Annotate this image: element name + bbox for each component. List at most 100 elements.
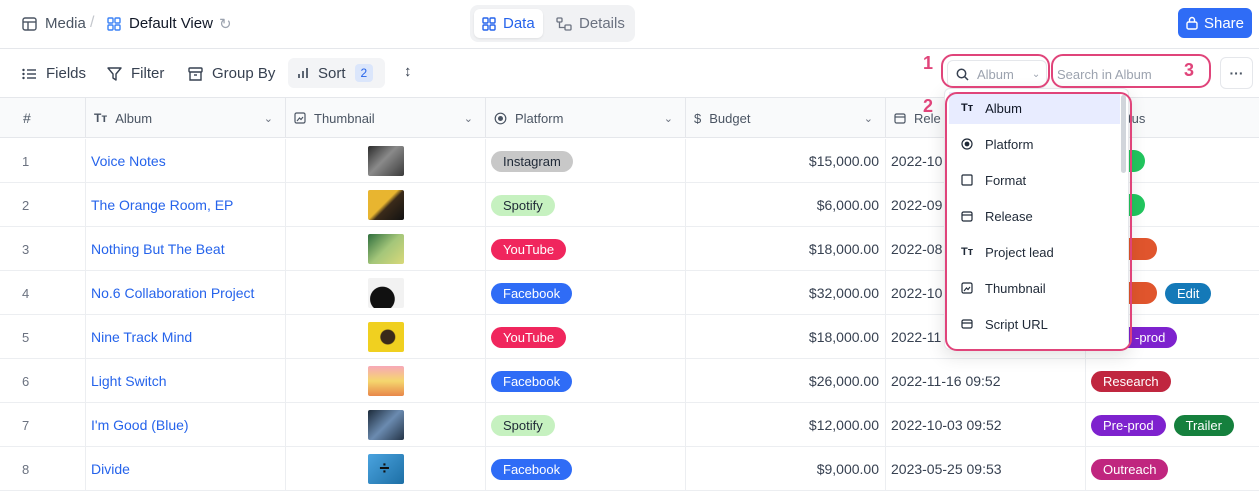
budget-cell[interactable]: $6,000.00 (686, 183, 886, 227)
album-thumbnail[interactable] (367, 146, 404, 176)
row-number: 7 (0, 403, 86, 447)
column-header-album[interactable]: Tт Album ⌄ (86, 98, 286, 138)
refresh-icon[interactable]: ↻ (219, 15, 232, 33)
row-number: 6 (0, 359, 86, 403)
status-tag-pre-prod: Pre-prod (1091, 414, 1166, 436)
budget-cell[interactable]: $18,000.00 (686, 315, 886, 359)
album-link[interactable]: Voice Notes (86, 139, 286, 183)
thumbnail-cell[interactable] (286, 359, 486, 403)
breadcrumb-media-label: Media (45, 15, 86, 32)
chevron-down-icon[interactable]: ⌄ (664, 112, 673, 125)
annotation-marker-2: 2 (923, 96, 934, 116)
budget-cell[interactable]: $18,000.00 (686, 227, 886, 271)
release-cell[interactable]: 2023-05-25 09:53 (886, 447, 1086, 491)
table-row[interactable]: 6 Light Switch Facebook $26,000.00 2022-… (0, 359, 1259, 403)
budget-cell[interactable]: $9,000.00 (686, 447, 886, 491)
row-number: 4 (0, 271, 86, 315)
platform-cell[interactable]: Spotify (486, 403, 686, 447)
platform-pill: Facebook (491, 370, 573, 392)
thumbnail-cell[interactable] (286, 139, 486, 183)
album-link[interactable]: Divide (86, 447, 286, 491)
chevron-down-icon[interactable]: ⌄ (864, 112, 873, 125)
column-header-thumbnail[interactable]: Thumbnail ⌄ (286, 98, 486, 138)
budget-cell[interactable]: $12,000.00 (686, 403, 886, 447)
tab-details[interactable]: Details (548, 9, 633, 38)
thumbnail-cell[interactable] (286, 271, 486, 315)
filter-icon (107, 66, 122, 81)
status-cell[interactable]: Pre-prod Trailer (1086, 403, 1259, 447)
thumbnail-cell[interactable] (286, 403, 486, 447)
divide-symbol-icon: ÷ (379, 458, 390, 478)
release-cell[interactable]: 2022-10-03 09:52 (886, 403, 1086, 447)
table-row[interactable]: 8 Divide ÷ Facebook $9,000.00 2023-05-25… (0, 447, 1259, 491)
column-header-platform[interactable]: Platform ⌄ (486, 98, 686, 138)
filter-button[interactable]: Filter (107, 65, 164, 82)
album-link[interactable]: The Orange Room, EP (86, 183, 286, 227)
table-row[interactable]: 7 I'm Good (Blue) Spotify $12,000.00 202… (0, 403, 1259, 447)
sort-label: Sort (318, 64, 346, 82)
album-link[interactable]: Nothing But The Beat (86, 227, 286, 271)
row-number: 1 (0, 139, 86, 183)
share-label: Share (1203, 14, 1245, 32)
platform-pill: YouTube (491, 238, 567, 260)
column-budget-label: Budget (709, 110, 751, 126)
budget-cell[interactable]: $26,000.00 (686, 359, 886, 403)
row-number: 2 (0, 183, 86, 227)
column-header-number: # (0, 98, 86, 138)
album-link[interactable]: No.6 Collaboration Project (86, 271, 286, 315)
chevron-down-icon[interactable]: ⌄ (264, 112, 273, 125)
sort-button[interactable]: Sort 2 (288, 58, 385, 88)
more-options-button[interactable]: ··· (1220, 57, 1253, 89)
platform-cell[interactable]: YouTube (486, 227, 686, 271)
breadcrumb-view[interactable]: Default View (107, 15, 213, 32)
status-cell[interactable]: Research (1086, 359, 1259, 403)
row-number: 8 (0, 447, 86, 491)
album-link[interactable]: Light Switch (86, 359, 286, 403)
view-switcher: Data Details (470, 5, 635, 42)
share-button[interactable]: Share (1178, 8, 1252, 38)
status-tag-edit: Edit (1165, 282, 1212, 304)
album-thumbnail[interactable] (367, 278, 404, 308)
sort-count-badge: 2 (354, 64, 374, 82)
fields-button[interactable]: Fields (22, 65, 86, 82)
platform-pill: Spotify (491, 414, 555, 436)
album-thumbnail[interactable] (367, 366, 404, 396)
breadcrumb-view-label: Default View (129, 15, 213, 32)
status-tag-trailer: Trailer (1173, 414, 1234, 436)
album-thumbnail[interactable] (367, 190, 404, 220)
status-tag: Research (1091, 370, 1171, 392)
album-thumbnail[interactable] (367, 234, 404, 264)
column-header-budget[interactable]: $ Budget ⌄ (686, 98, 886, 138)
platform-cell[interactable]: Facebook (486, 271, 686, 315)
budget-cell[interactable]: $32,000.00 (686, 271, 886, 315)
budget-cell[interactable]: $15,000.00 (686, 139, 886, 183)
platform-cell[interactable]: YouTube (486, 315, 686, 359)
platform-cell[interactable]: Spotify (486, 183, 686, 227)
grid-icon (482, 16, 496, 31)
column-number-label: # (23, 110, 31, 126)
tab-data[interactable]: Data (474, 9, 543, 38)
thumbnail-cell[interactable] (286, 227, 486, 271)
album-thumbnail[interactable] (367, 410, 404, 440)
platform-cell[interactable]: Facebook (486, 359, 686, 403)
album-thumbnail[interactable] (367, 322, 404, 352)
breadcrumb-separator: / (90, 14, 95, 31)
platform-cell[interactable]: Instagram (486, 139, 686, 183)
row-height-icon[interactable]: ↕ (404, 63, 412, 80)
breadcrumb-media[interactable]: Media (22, 15, 86, 32)
release-cell[interactable]: 2022-11-16 09:52 (886, 359, 1086, 403)
group-by-label: Group By (212, 65, 276, 82)
platform-cell[interactable]: Facebook (486, 447, 686, 491)
image-icon (294, 112, 306, 124)
album-thumbnail[interactable]: ÷ (367, 454, 404, 484)
chevron-down-icon[interactable]: ⌄ (464, 112, 473, 125)
row-number: 5 (0, 315, 86, 359)
album-link[interactable]: I'm Good (Blue) (86, 403, 286, 447)
thumbnail-cell[interactable] (286, 183, 486, 227)
status-cell[interactable]: Outreach (1086, 447, 1259, 491)
thumbnail-cell[interactable]: ÷ (286, 447, 486, 491)
album-link[interactable]: Nine Track Mind (86, 315, 286, 359)
column-album-label: Album (115, 110, 153, 126)
group-by-button[interactable]: Group By (188, 65, 275, 82)
thumbnail-cell[interactable] (286, 315, 486, 359)
